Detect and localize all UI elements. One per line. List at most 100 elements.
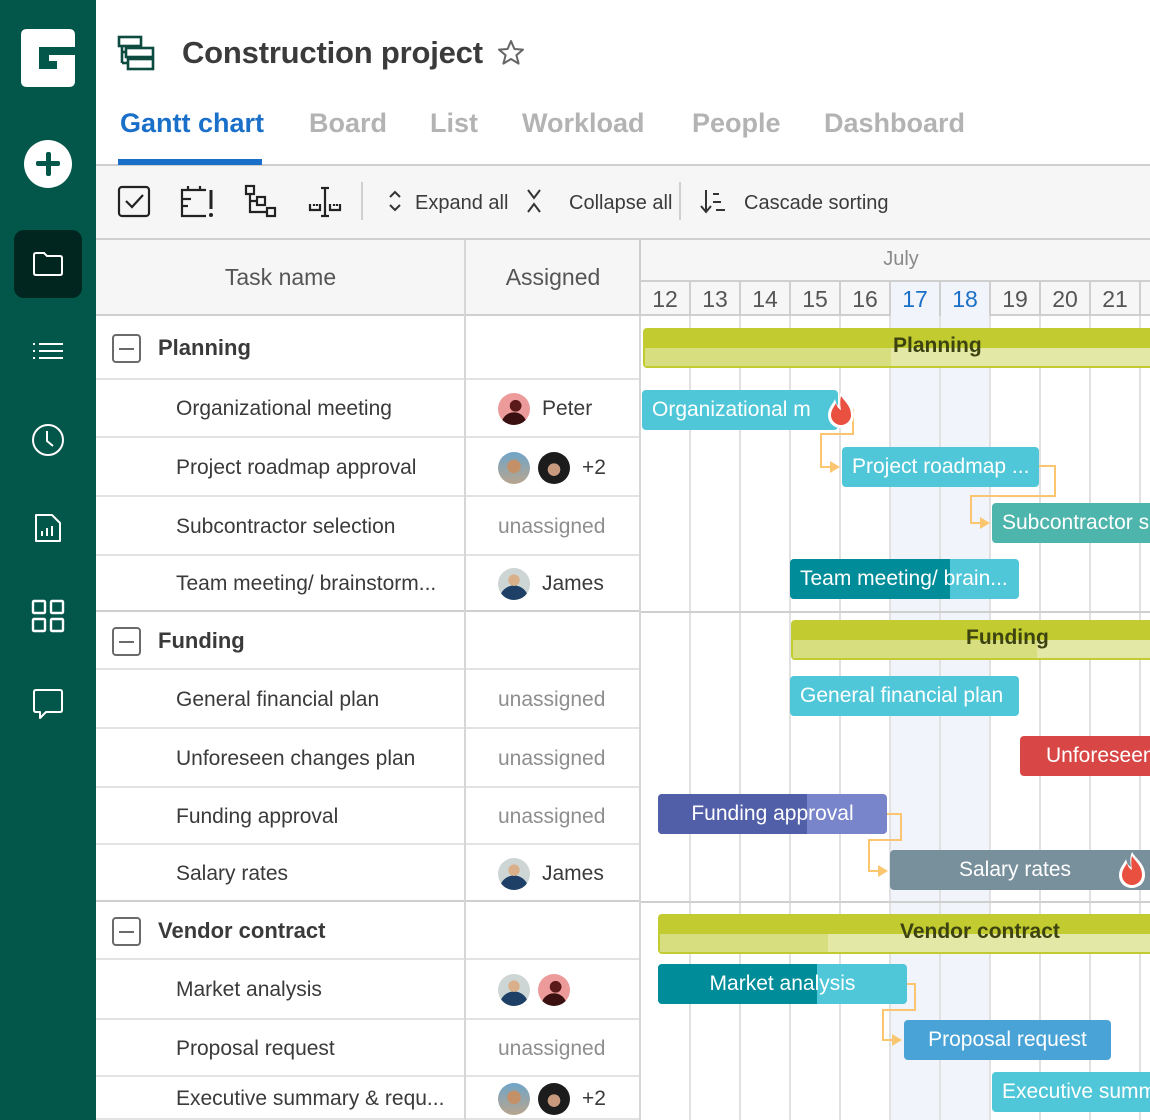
summary-label: Funding [966,626,1049,649]
task-row[interactable]: Team meeting/ brainstorm... James [96,556,640,612]
collapse-icon[interactable] [517,184,551,218]
group-row[interactable]: Funding [96,612,640,670]
avatar [498,451,530,484]
assignee-cell[interactable]: unassigned [498,743,605,775]
group-row[interactable]: Planning [96,316,640,380]
sidebar-item-reports[interactable] [14,494,82,562]
collapse-toggle[interactable] [112,334,141,363]
task-bar[interactable]: Market analysis [658,964,907,1004]
day-cell: 16 [841,282,891,316]
task-bar[interactable]: General financial plan [790,676,1019,716]
task-name[interactable]: Market analysis [176,978,322,1002]
task-row[interactable]: Salary rates James [96,845,640,902]
column-divider [464,556,466,612]
assignee-label: Peter [542,397,593,420]
task-row[interactable]: Organizational meeting Peter [96,380,640,438]
summary-bar[interactable]: Vendor contract [658,914,1150,954]
tab-list[interactable]: List [430,108,478,139]
sidebar-item-apps[interactable] [14,582,82,650]
sidebar-item-projects[interactable] [14,230,82,298]
task-bar[interactable]: Salary rates [890,850,1150,890]
task-bar[interactable]: Team meeting/ brain... [790,559,1019,599]
assignee-cell[interactable]: unassigned [498,684,605,716]
assignee-cell[interactable]: +2 [498,451,606,484]
column-resize-icon[interactable] [308,184,342,218]
task-name[interactable]: Funding approval [176,805,338,829]
tab-gantt-chart[interactable]: Gantt chart [120,108,264,139]
task-bar[interactable]: Project roadmap ... [842,447,1039,487]
sidebar [0,0,96,1120]
task-name[interactable]: General financial plan [176,688,379,712]
task-row[interactable]: Funding approval unassigned [96,788,640,845]
tab-board[interactable]: Board [309,108,387,139]
hierarchy-icon[interactable] [243,184,277,218]
task-row[interactable]: Proposal request unassigned [96,1020,640,1077]
task-row[interactable]: General financial plan unassigned [96,670,640,729]
task-name[interactable]: Team meeting/ brainstorm... [176,572,436,596]
assignee-cell[interactable]: Peter [498,393,592,425]
assignee-cell[interactable]: James [498,857,604,890]
expand-all-button[interactable]: Expand all [415,192,508,215]
sort-icon[interactable] [698,184,732,218]
column-divider [464,380,466,438]
assignee-cell[interactable]: +2 [498,1082,606,1115]
task-name[interactable]: Subcontractor selection [176,515,395,539]
collapse-toggle[interactable] [112,917,141,946]
assignee-label: unassigned [498,687,606,711]
sidebar-item-time[interactable] [14,406,82,474]
add-button[interactable] [24,140,72,188]
task-bar-label: Organizational m [652,398,811,421]
avatar [498,857,530,890]
tab-dashboard[interactable]: Dashboard [824,108,965,139]
column-divider [464,316,466,380]
task-row[interactable]: Project roadmap approval +2 [96,438,640,497]
star-icon[interactable] [496,38,526,68]
milestone-icon[interactable] [180,184,214,218]
view-tabs: Gantt chart Board List Workload People D… [96,100,1150,166]
task-row[interactable]: Unforeseen changes plan unassigned [96,729,640,788]
task-row[interactable]: Market analysis [96,960,640,1020]
sidebar-item-chat[interactable] [14,670,82,738]
task-bar[interactable]: Subcontractor s [992,503,1150,543]
checkbox-task-icon[interactable] [117,184,151,218]
group-row[interactable]: Vendor contract [96,902,640,960]
assignee-cell[interactable]: James [498,568,604,600]
collapse-all-button[interactable]: Collapse all [569,192,672,215]
task-name[interactable]: Project roadmap approval [176,456,416,480]
summary-progress [660,934,828,952]
task-bar[interactable]: Executive summ [992,1072,1150,1112]
task-bar[interactable]: Organizational m [642,390,838,430]
task-bar[interactable]: Unforeseen [1020,736,1150,776]
task-bar[interactable]: Proposal request [904,1020,1111,1060]
task-row[interactable]: Subcontractor selection unassigned [96,497,640,556]
task-bar[interactable]: Funding approval [658,794,887,834]
summary-bar[interactable]: Funding [791,620,1150,660]
assignee-cell[interactable]: unassigned [498,801,605,833]
task-name[interactable]: Salary rates [176,862,288,886]
task-bar-label: Salary rates [958,858,1072,881]
task-name[interactable]: Proposal request [176,1037,335,1061]
assignee-label: +2 [582,1086,606,1110]
grid-header: Task name Assigned [96,240,640,316]
column-header-task-name[interactable]: Task name [96,264,465,291]
task-row[interactable]: Executive summary & requ... +2 [96,1077,640,1120]
gantt-logo-icon[interactable] [21,29,75,87]
weekend-shading [941,316,991,1120]
assignee-cell[interactable] [498,974,570,1006]
tab-people[interactable]: People [692,108,781,139]
task-name[interactable]: Unforeseen changes plan [176,747,415,771]
tab-workload[interactable]: Workload [522,108,645,139]
sidebar-item-list[interactable] [14,318,82,386]
cascade-sorting-button[interactable]: Cascade sorting [744,192,889,215]
task-name[interactable]: Executive summary & requ... [176,1087,444,1111]
chat-icon [33,689,63,719]
column-header-assigned[interactable]: Assigned [466,264,640,291]
summary-bar[interactable]: Planning [643,328,1150,368]
collapse-toggle[interactable] [112,627,141,656]
assignee-cell[interactable]: unassigned [498,1033,605,1065]
day-cell: 12 [641,282,691,316]
assignee-cell[interactable]: unassigned [498,511,605,543]
expand-icon[interactable] [378,184,412,218]
task-name[interactable]: Organizational meeting [176,397,392,421]
day-cell: 15 [791,282,841,316]
